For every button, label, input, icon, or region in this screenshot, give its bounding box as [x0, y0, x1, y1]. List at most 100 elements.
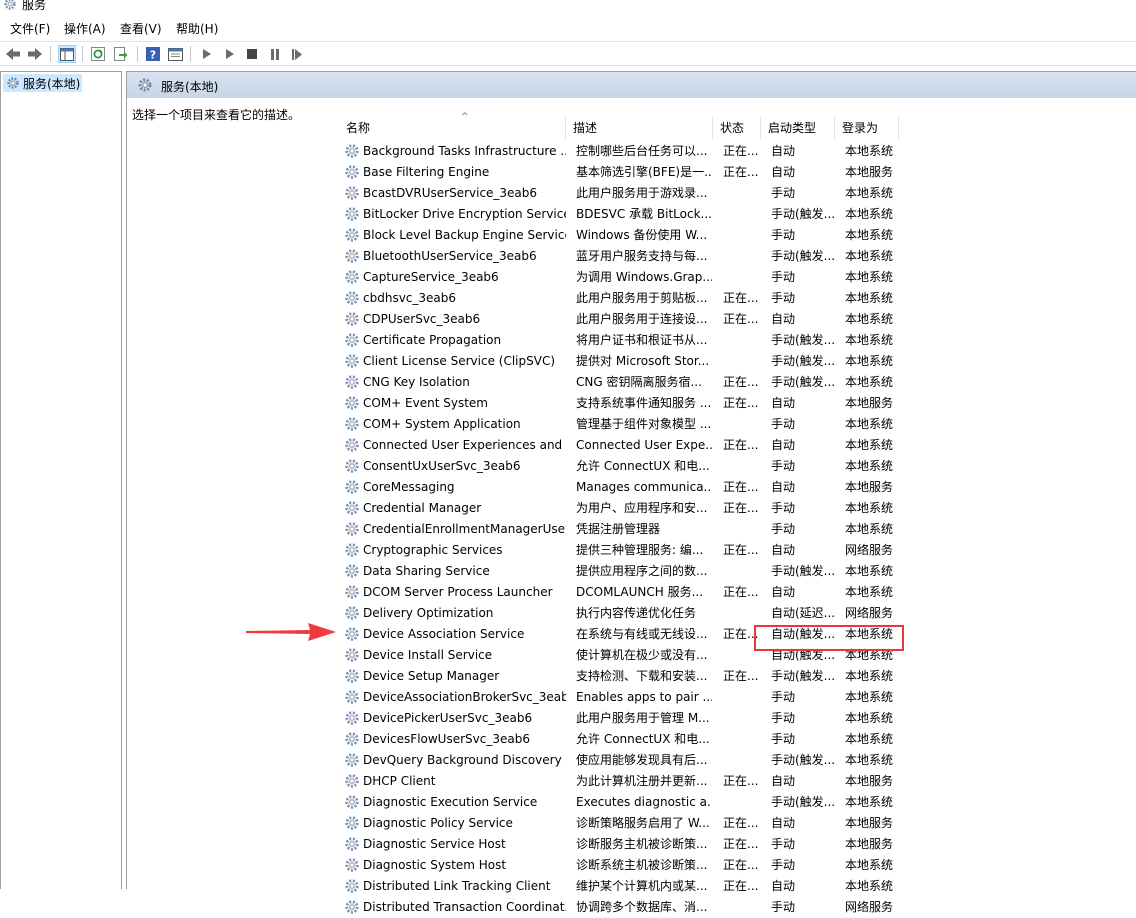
service-row[interactable]: cbdhsvc_3eab6 此用户服务用于剪贴板... 正在... 手动 本地系统: [339, 288, 899, 309]
service-logon-as: 本地系统: [845, 417, 894, 431]
service-row[interactable]: Credential Manager 为用户、应用程序和安... 正在... 手动 本地…: [339, 498, 899, 519]
service-startup-type: 自动: [771, 312, 796, 326]
menu-help[interactable]: 帮助(H): [174, 20, 220, 38]
forward-icon[interactable]: [26, 45, 44, 63]
service-status: [723, 603, 763, 624]
service-logon-as: 本地系统: [845, 270, 894, 284]
service-row[interactable]: BitLocker Drive Encryption Service BDESVC…: [339, 204, 899, 225]
start-icon[interactable]: [198, 45, 216, 63]
service-description: Windows 备份使用 W...: [576, 228, 708, 242]
service-row[interactable]: DevicesFlowUserSvc_3eab6 允许 ConnectUX 和电.…: [339, 729, 899, 750]
service-row[interactable]: BcastDVRUserService_3eab6 此用户服务用于游戏录... 手动…: [339, 183, 899, 204]
service-gear-icon: [345, 585, 359, 599]
service-description: 使应用能够发现具有后...: [576, 753, 708, 767]
service-logon-as: 本地系统: [845, 669, 894, 683]
service-row[interactable]: Device Setup Manager 支持检测、下载和安装... 正在... 手动…: [339, 666, 899, 687]
service-row[interactable]: DCOM Server Process Launcher DCOMLAUNCH 服…: [339, 582, 899, 603]
restart-icon[interactable]: [288, 45, 306, 63]
service-gear-icon: [345, 711, 359, 725]
service-gear-icon: [345, 459, 359, 473]
help-icon[interactable]: ?: [144, 45, 162, 63]
refresh-icon[interactable]: [89, 45, 107, 63]
stop-icon[interactable]: [243, 45, 261, 63]
service-row[interactable]: Data Sharing Service 提供应用程序之间的数... 手动(触发..…: [339, 561, 899, 582]
service-row[interactable]: Distributed Link Tracking Client 维护某个计算机内…: [339, 876, 899, 897]
service-row[interactable]: Diagnostic System Host 诊断系统主机被诊断策... 正在...…: [339, 855, 899, 876]
service-row[interactable]: BluetoothUserService_3eab6 蓝牙用户服务支持与每... 手…: [339, 246, 899, 267]
service-logon-as: 网络服务: [845, 606, 894, 620]
service-status: [723, 897, 763, 918]
service-gear-icon: [345, 186, 359, 200]
service-row[interactable]: DevicePickerUserSvc_3eab6 此用户服务用于管理 M... 手…: [339, 708, 899, 729]
service-name: DevicesFlowUserSvc_3eab6: [363, 732, 530, 746]
service-row[interactable]: CDPUserSvc_3eab6 此用户服务用于连接设... 正在... 自动 本地系统: [339, 309, 899, 330]
service-name: Device Install Service: [363, 648, 493, 662]
menu-action[interactable]: 操作(A): [62, 20, 108, 38]
service-description: BDESVC 承载 BitLock...: [576, 207, 712, 221]
service-row[interactable]: Cryptographic Services 提供三种管理服务: 编... 正在..…: [339, 540, 899, 561]
service-row[interactable]: CNG Key Isolation CNG 密钥隔离服务宿... 正在... 手动(触…: [339, 372, 899, 393]
service-logon-as: 本地系统: [845, 333, 894, 347]
service-row[interactable]: Base Filtering Engine 基本筛选引擎(BFE)是一... 正在.…: [339, 162, 899, 183]
service-gear-icon: [345, 333, 359, 347]
tree-item-services-local[interactable]: 服务(本地): [3, 74, 83, 92]
service-startup-type: 手动: [771, 270, 796, 284]
service-logon-as: 本地系统: [845, 732, 894, 746]
service-startup-type: 自动: [771, 396, 796, 410]
service-startup-type: 手动: [771, 711, 796, 725]
start-alt-icon[interactable]: [221, 45, 239, 63]
service-row[interactable]: Certificate Propagation 将用户证书和根证书从... 手动(触…: [339, 330, 899, 351]
console-tree-icon[interactable]: [58, 45, 76, 63]
service-row[interactable]: Background Tasks Infrastructure ... 控制哪些后…: [339, 141, 899, 162]
service-row[interactable]: COM+ System Application 管理基于组件对象模型 ... 手动 本…: [339, 414, 899, 435]
menu-view[interactable]: 查看(V): [118, 20, 164, 38]
service-gear-icon: [345, 396, 359, 410]
service-name: DeviceAssociationBrokerSvc_3eab6: [363, 690, 566, 704]
service-logon-as: 本地系统: [845, 354, 894, 368]
column-header-name[interactable]: 名称: [339, 116, 566, 140]
service-startup-type: 手动(触发...: [771, 354, 836, 368]
service-name: Client License Service (ClipSVC): [363, 354, 556, 368]
service-name: DevicePickerUserSvc_3eab6: [363, 711, 533, 725]
service-row[interactable]: Diagnostic Policy Service 诊断策略服务启用了 W... 正…: [339, 813, 899, 834]
service-row[interactable]: Diagnostic Service Host 诊断服务主机被诊断策... 正在..…: [339, 834, 899, 855]
service-row[interactable]: ConsentUxUserSvc_3eab6 允许 ConnectUX 和电...…: [339, 456, 899, 477]
service-row[interactable]: DeviceAssociationBrokerSvc_3eab6 Enables …: [339, 687, 899, 708]
service-logon-as: 本地服务: [845, 837, 894, 851]
service-name: DHCP Client: [363, 774, 436, 788]
service-name: Diagnostic Service Host: [363, 837, 506, 851]
service-description: 为此计算机注册并更新...: [576, 774, 708, 788]
pause-icon[interactable]: [266, 45, 284, 63]
service-description: 为用户、应用程序和安...: [576, 501, 708, 515]
column-header-description[interactable]: 描述: [566, 116, 713, 140]
service-row[interactable]: DHCP Client 为此计算机注册并更新... 正在... 自动 本地服务: [339, 771, 899, 792]
export-icon[interactable]: [112, 45, 130, 63]
service-description: 提供三种管理服务: 编...: [576, 543, 704, 557]
service-row[interactable]: COM+ Event System 支持系统事件通知服务 ... 正在... 自动 本地…: [339, 393, 899, 414]
properties-icon[interactable]: [166, 45, 184, 63]
service-row[interactable]: CredentialEnrollmentManagerUse... 凭据注册管理器…: [339, 519, 899, 540]
service-row[interactable]: Block Level Backup Engine Service Windows…: [339, 225, 899, 246]
service-row[interactable]: Diagnostic Execution Service Executes dia…: [339, 792, 899, 813]
service-logon-as: 本地服务: [845, 774, 894, 788]
column-header-status[interactable]: 状态: [713, 116, 761, 140]
service-row[interactable]: DevQuery Background Discovery ... 使应用能够发现…: [339, 750, 899, 771]
service-status: 正在...: [723, 585, 759, 599]
column-header-logon-as[interactable]: 登录为: [835, 116, 899, 140]
back-icon[interactable]: [4, 45, 22, 63]
service-status: [723, 183, 763, 204]
service-logon-as: 本地服务: [845, 396, 894, 410]
service-startup-type: 手动: [771, 459, 796, 473]
service-row[interactable]: CoreMessaging Manages communica... 正在... 自动…: [339, 477, 899, 498]
service-row[interactable]: Connected User Experiences and ... Connec…: [339, 435, 899, 456]
service-row[interactable]: CaptureService_3eab6 为调用 Windows.Grap... 手…: [339, 267, 899, 288]
service-row[interactable]: Client License Service (ClipSVC) 提供对 Micr…: [339, 351, 899, 372]
service-startup-type: 手动: [771, 186, 796, 200]
service-status: 正在...: [723, 312, 759, 326]
service-status: 正在...: [723, 879, 759, 893]
service-row[interactable]: Delivery Optimization 执行内容传递优化任务 自动(延迟... 网…: [339, 603, 899, 624]
menu-file[interactable]: 文件(F): [8, 20, 52, 38]
service-row[interactable]: Distributed Transaction Coordinat... 协调跨多…: [339, 897, 899, 918]
service-gear-icon: [345, 795, 359, 809]
column-header-startup-type[interactable]: 启动类型: [761, 116, 835, 140]
